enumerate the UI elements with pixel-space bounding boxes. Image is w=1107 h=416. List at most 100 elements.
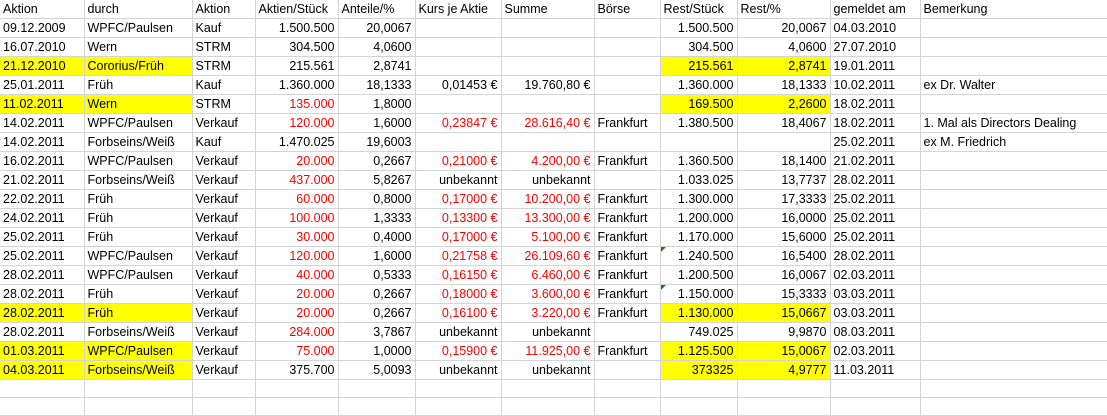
cell-anteile-pct[interactable]: 3,7867 bbox=[338, 322, 416, 342]
cell-summe[interactable] bbox=[501, 379, 595, 398]
cell-aktion-type[interactable]: Verkauf bbox=[192, 227, 256, 247]
cell-durch[interactable]: WPFC/Paulsen bbox=[84, 18, 193, 38]
cell-boerse[interactable] bbox=[594, 37, 661, 57]
cell-aktion-type[interactable]: Kauf bbox=[192, 75, 256, 95]
cell-bemerkung[interactable] bbox=[920, 284, 1107, 304]
cell-aktion-date[interactable]: 01.03.2011 bbox=[0, 341, 85, 361]
cell-kurs-je-aktie[interactable] bbox=[415, 18, 502, 38]
cell-aktion-type[interactable]: Verkauf bbox=[192, 265, 256, 285]
cell-aktien-stueck[interactable]: 40.000 bbox=[255, 265, 339, 285]
cell-kurs-je-aktie[interactable]: 0,16100 € bbox=[415, 303, 502, 323]
cell-boerse[interactable] bbox=[594, 379, 661, 398]
cell-aktion-date[interactable]: 28.02.2011 bbox=[0, 322, 85, 342]
cell-anteile-pct[interactable]: 1,6000 bbox=[338, 113, 416, 133]
cell-aktion-type[interactable] bbox=[192, 379, 256, 398]
cell-boerse[interactable]: Frankfurt bbox=[594, 151, 661, 171]
header-cell-boerse[interactable]: Börse bbox=[594, 0, 661, 19]
cell-aktion-date[interactable]: 14.02.2011 bbox=[0, 113, 85, 133]
cell-durch[interactable]: WPFC/Paulsen bbox=[84, 265, 193, 285]
cell-rest-pct[interactable]: 20,0067 bbox=[737, 18, 831, 38]
cell-gemeldet-am[interactable]: 21.02.2011 bbox=[830, 151, 921, 171]
cell-anteile-pct[interactable]: 1,0000 bbox=[338, 341, 416, 361]
cell-bemerkung[interactable] bbox=[920, 341, 1107, 361]
cell-anteile-pct[interactable]: 19,6003 bbox=[338, 132, 416, 152]
cell-aktion-date[interactable]: 28.02.2011 bbox=[0, 284, 85, 304]
cell-boerse[interactable]: Frankfurt bbox=[594, 189, 661, 209]
cell-aktion-type[interactable]: Verkauf bbox=[192, 341, 256, 361]
cell-aktien-stueck[interactable]: 20.000 bbox=[255, 284, 339, 304]
cell-aktion-type[interactable]: Verkauf bbox=[192, 170, 256, 190]
cell-rest-pct[interactable]: 4,0600 bbox=[737, 37, 831, 57]
cell-rest-stueck[interactable] bbox=[660, 379, 738, 398]
cell-boerse[interactable] bbox=[594, 170, 661, 190]
header-cell-durch[interactable]: durch bbox=[84, 0, 193, 19]
cell-bemerkung[interactable] bbox=[920, 208, 1107, 228]
cell-gemeldet-am[interactable]: 25.02.2011 bbox=[830, 189, 921, 209]
cell-gemeldet-am[interactable] bbox=[830, 397, 921, 416]
cell-boerse[interactable] bbox=[594, 75, 661, 95]
cell-kurs-je-aktie[interactable] bbox=[415, 37, 502, 57]
cell-anteile-pct[interactable]: 20,0067 bbox=[338, 18, 416, 38]
cell-aktien-stueck[interactable] bbox=[255, 379, 339, 398]
cell-anteile-pct[interactable] bbox=[338, 397, 416, 416]
cell-aktion-type[interactable]: Verkauf bbox=[192, 113, 256, 133]
cell-boerse[interactable] bbox=[594, 360, 661, 380]
cell-aktion-type[interactable]: STRM bbox=[192, 94, 256, 114]
cell-rest-stueck[interactable]: 304.500 bbox=[660, 37, 738, 57]
cell-kurs-je-aktie[interactable] bbox=[415, 379, 502, 398]
cell-summe[interactable] bbox=[501, 56, 595, 76]
cell-rest-pct[interactable]: 13,7737 bbox=[737, 170, 831, 190]
cell-bemerkung[interactable] bbox=[920, 94, 1107, 114]
cell-kurs-je-aktie[interactable]: unbekannt bbox=[415, 170, 502, 190]
cell-summe[interactable] bbox=[501, 37, 595, 57]
cell-bemerkung[interactable] bbox=[920, 37, 1107, 57]
cell-rest-pct[interactable]: 2,2600 bbox=[737, 94, 831, 114]
cell-durch[interactable]: Früh bbox=[84, 208, 193, 228]
cell-durch[interactable]: Wern bbox=[84, 37, 193, 57]
cell-aktion-date[interactable] bbox=[0, 397, 85, 416]
cell-rest-pct[interactable]: 9,9870 bbox=[737, 322, 831, 342]
cell-aktion-date[interactable]: 25.02.2011 bbox=[0, 227, 85, 247]
header-cell-rest-stueck[interactable]: Rest/Stück bbox=[660, 0, 738, 19]
cell-aktion-type[interactable] bbox=[192, 397, 256, 416]
cell-boerse[interactable]: Frankfurt bbox=[594, 227, 661, 247]
cell-durch[interactable]: Forbseins/Weiß bbox=[84, 322, 193, 342]
cell-bemerkung[interactable] bbox=[920, 56, 1107, 76]
cell-bemerkung[interactable] bbox=[920, 303, 1107, 323]
cell-aktien-stueck[interactable]: 135.000 bbox=[255, 94, 339, 114]
cell-gemeldet-am[interactable]: 19.01.2011 bbox=[830, 56, 921, 76]
cell-rest-stueck[interactable]: 1.240.500 bbox=[660, 246, 738, 266]
cell-aktion-date[interactable]: 16.02.2011 bbox=[0, 151, 85, 171]
cell-aktion-type[interactable]: STRM bbox=[192, 37, 256, 57]
cell-aktion-date[interactable]: 21.02.2011 bbox=[0, 170, 85, 190]
cell-durch[interactable]: WPFC/Paulsen bbox=[84, 151, 193, 171]
cell-rest-pct[interactable]: 18,1400 bbox=[737, 151, 831, 171]
header-cell-aktion-date[interactable]: Aktion bbox=[0, 0, 85, 19]
cell-bemerkung[interactable] bbox=[920, 189, 1107, 209]
cell-summe[interactable]: unbekannt bbox=[501, 170, 595, 190]
cell-durch[interactable]: Forbseins/Weiß bbox=[84, 132, 193, 152]
cell-summe[interactable]: 28.616,40 € bbox=[501, 113, 595, 133]
cell-aktien-stueck[interactable]: 437.000 bbox=[255, 170, 339, 190]
cell-gemeldet-am[interactable]: 18.02.2011 bbox=[830, 94, 921, 114]
cell-bemerkung[interactable] bbox=[920, 246, 1107, 266]
header-cell-aktion-type[interactable]: Aktion bbox=[192, 0, 256, 19]
cell-aktien-stueck[interactable]: 20.000 bbox=[255, 151, 339, 171]
cell-aktion-date[interactable]: 24.02.2011 bbox=[0, 208, 85, 228]
cell-boerse[interactable] bbox=[594, 18, 661, 38]
cell-bemerkung[interactable] bbox=[920, 18, 1107, 38]
cell-durch[interactable]: Früh bbox=[84, 227, 193, 247]
cell-kurs-je-aktie[interactable]: 0,01453 € bbox=[415, 75, 502, 95]
cell-gemeldet-am[interactable]: 11.03.2011 bbox=[830, 360, 921, 380]
cell-aktion-date[interactable]: 14.02.2011 bbox=[0, 132, 85, 152]
cell-boerse[interactable]: Frankfurt bbox=[594, 284, 661, 304]
cell-anteile-pct[interactable]: 4,0600 bbox=[338, 37, 416, 57]
header-cell-summe[interactable]: Summe bbox=[501, 0, 595, 19]
cell-bemerkung[interactable] bbox=[920, 265, 1107, 285]
cell-aktien-stueck[interactable] bbox=[255, 397, 339, 416]
cell-aktion-date[interactable]: 28.02.2011 bbox=[0, 303, 85, 323]
cell-boerse[interactable]: Frankfurt bbox=[594, 303, 661, 323]
cell-summe[interactable]: 5.100,00 € bbox=[501, 227, 595, 247]
cell-durch[interactable] bbox=[84, 379, 193, 398]
cell-aktien-stueck[interactable]: 304.500 bbox=[255, 37, 339, 57]
